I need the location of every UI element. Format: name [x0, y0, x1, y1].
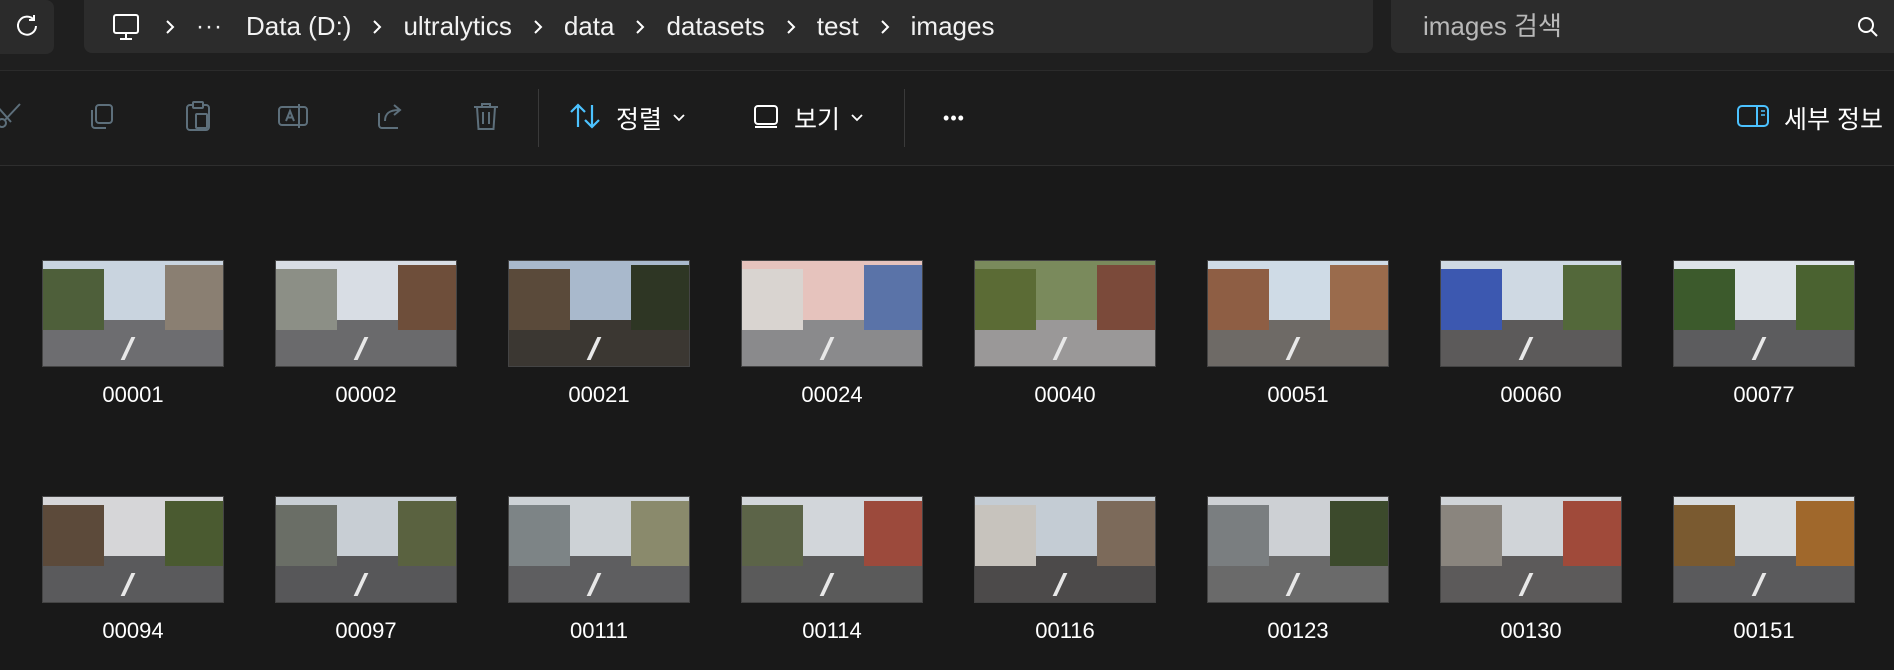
search-icon[interactable] [1854, 13, 1882, 41]
file-name: 00001 [102, 382, 164, 407]
rename-button[interactable] [274, 93, 314, 143]
file-name: 00002 [335, 382, 397, 407]
file-thumbnail [42, 496, 224, 603]
copy-button[interactable] [82, 93, 122, 143]
view-icon [752, 102, 780, 135]
address-bar-row: ··· Data (D:) ultralytics data datasets … [0, 0, 1894, 71]
chevron-right-icon[interactable] [531, 17, 545, 37]
file-name: 00130 [1500, 618, 1562, 643]
file-item[interactable]: 00111 [508, 496, 690, 646]
rename-icon [277, 101, 311, 136]
delete-button[interactable] [466, 93, 506, 143]
file-thumbnail [1207, 496, 1389, 603]
file-name: 00097 [335, 618, 397, 643]
paste-button[interactable] [178, 93, 218, 143]
file-explorer-window: ··· Data (D:) ultralytics data datasets … [0, 0, 1894, 670]
sort-label: 정렬 [616, 106, 663, 134]
file-name: 00116 [1035, 618, 1095, 643]
chevron-right-icon[interactable] [878, 17, 892, 37]
file-name: 00040 [1034, 382, 1096, 407]
file-thumbnail [974, 260, 1156, 367]
file-list: 00001 00002 00021 00024 00040 00051 00060 00077… [0, 166, 1894, 670]
breadcrumb-item-data[interactable]: data [564, 11, 615, 42]
search-box [1391, 0, 1894, 53]
file-item[interactable]: 00077 [1673, 260, 1855, 410]
details-pane-button[interactable]: 세부 정보 [1736, 93, 1883, 143]
more-options-button[interactable]: ••• [934, 93, 974, 143]
this-pc-icon[interactable] [108, 9, 144, 45]
breadcrumb-item-datasets[interactable]: datasets [666, 11, 764, 42]
breadcrumb-item-ultralytics[interactable]: ultralytics [403, 11, 511, 42]
file-name: 00111 [570, 618, 628, 643]
file-name: 00024 [801, 382, 863, 407]
breadcrumb-item-images[interactable]: images [911, 11, 995, 42]
file-item[interactable]: 00123 [1207, 496, 1389, 646]
file-name: 00094 [102, 618, 164, 643]
file-name: 00051 [1267, 382, 1329, 407]
file-item[interactable]: 00094 [42, 496, 224, 646]
file-thumbnail [1440, 260, 1622, 367]
share-button[interactable] [370, 93, 410, 143]
chevron-right-icon[interactable] [633, 17, 647, 37]
file-item[interactable]: 00040 [974, 260, 1156, 410]
file-thumbnail [42, 260, 224, 367]
search-input[interactable] [1421, 5, 1854, 48]
file-name: 00077 [1733, 382, 1795, 407]
view-label: 보기 [794, 106, 841, 134]
file-thumbnail [1673, 496, 1855, 603]
file-name: 00021 [568, 382, 630, 407]
file-item[interactable]: 00021 [508, 260, 690, 410]
refresh-icon [14, 12, 40, 43]
chevron-down-icon [672, 113, 686, 123]
file-item[interactable]: 00130 [1440, 496, 1622, 646]
file-item[interactable]: 00024 [741, 260, 923, 410]
breadcrumb: ··· Data (D:) ultralytics data datasets … [84, 0, 1373, 53]
file-name: 00151 [1733, 618, 1795, 643]
file-thumbnail [1207, 260, 1389, 367]
file-thumbnail [275, 496, 457, 603]
file-thumbnail [1440, 496, 1622, 603]
cut-button[interactable] [0, 93, 26, 143]
file-item[interactable]: 00001 [42, 260, 224, 410]
file-thumbnail [275, 260, 457, 367]
file-item[interactable]: 00114 [741, 496, 923, 646]
chevron-right-icon[interactable] [163, 17, 177, 37]
file-item[interactable]: 00051 [1207, 260, 1389, 410]
sort-button[interactable]: 정렬 [568, 93, 686, 143]
file-name: 00060 [1500, 382, 1562, 407]
more-options-label: ••• [943, 107, 965, 128]
file-thumbnail [741, 260, 923, 367]
copy-icon [87, 101, 117, 136]
file-item[interactable]: 00151 [1673, 496, 1855, 646]
file-name: 00123 [1267, 618, 1329, 643]
view-button[interactable]: 보기 [752, 93, 864, 143]
cut-icon [0, 101, 24, 136]
file-item[interactable]: 00116 [974, 496, 1156, 646]
details-pane-icon [1736, 103, 1770, 134]
details-pane-label: 세부 정보 [1784, 106, 1883, 134]
file-item[interactable]: 00002 [275, 260, 457, 410]
refresh-button[interactable] [0, 0, 54, 54]
breadcrumb-item-test[interactable]: test [817, 11, 859, 42]
file-thumbnail [1673, 260, 1855, 367]
toolbar-divider [904, 89, 905, 147]
file-name: 00114 [802, 618, 862, 643]
chevron-right-icon[interactable] [784, 17, 798, 37]
file-thumbnail [508, 260, 690, 367]
file-thumbnail [741, 496, 923, 603]
breadcrumb-overflow-button[interactable]: ··· [196, 13, 222, 41]
file-item[interactable]: 00060 [1440, 260, 1622, 410]
delete-icon [471, 100, 501, 137]
paste-icon [183, 100, 213, 137]
share-icon [375, 101, 405, 136]
breadcrumb-item-data-drive[interactable]: Data (D:) [246, 11, 351, 42]
chevron-down-icon [850, 113, 864, 123]
toolbar-divider [538, 89, 539, 147]
sort-icon [568, 101, 602, 136]
file-thumbnail [974, 496, 1156, 603]
chevron-right-icon[interactable] [370, 17, 384, 37]
file-thumbnail [508, 496, 690, 603]
command-bar: 정렬 보기 ••• 세부 정보 [0, 71, 1894, 166]
file-item[interactable]: 00097 [275, 496, 457, 646]
